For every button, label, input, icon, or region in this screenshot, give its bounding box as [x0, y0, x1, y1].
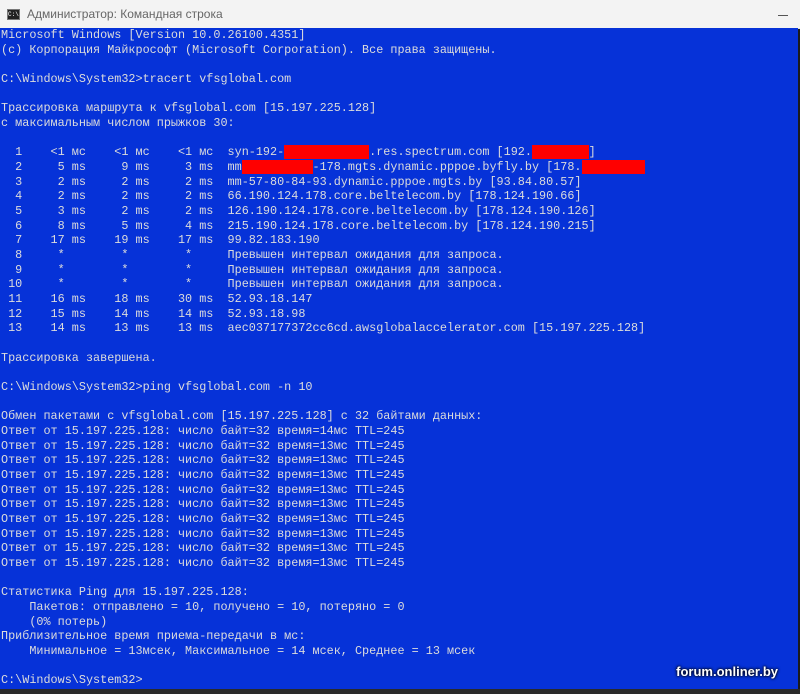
console-text: -178.mgts.dynamic.pppoe.byfly.by [178.	[312, 160, 582, 175]
console-line: 6 8 ms 5 ms 4 ms 215.190.124.178.core.be…	[1, 218, 596, 233]
console-line: 8 * * * Превышен интервал ожидания для з…	[1, 248, 504, 263]
redaction-box	[241, 160, 313, 175]
console-text: 2 5 ms 9 ms 3 ms mm	[1, 160, 242, 175]
console-line: Ответ от 15.197.225.128: число байт=32 в…	[1, 541, 405, 556]
console-line: (c) Корпорация Майкрософт (Microsoft Cor…	[1, 42, 497, 57]
console-line: 3 2 ms 2 ms 2 ms mm-57-80-84-93.dynamic.…	[1, 174, 582, 189]
redaction-box	[581, 160, 646, 175]
console-line: Ответ от 15.197.225.128: число байт=32 в…	[1, 438, 405, 453]
console-line: Трассировка завершена.	[1, 350, 157, 365]
console-line: 11 16 ms 18 ms 30 ms 52.93.18.147	[1, 292, 313, 307]
console-line: 2 5 ms 9 ms 3 ms mm -178.mgts.dynamic.ppp…	[1, 160, 646, 175]
console-line: Пакетов: отправлено = 10, получено = 10,…	[1, 600, 405, 615]
console-line: C:\Windows\System32>ping vfsglobal.com -…	[1, 380, 313, 395]
console-line: 1 <1 мс <1 мс <1 мс syn-192- .res.spectru…	[1, 145, 596, 160]
console-line: Ответ от 15.197.225.128: число байт=32 в…	[1, 556, 405, 571]
console-line: 4 2 ms 2 ms 2 ms 66.190.124.178.core.bel…	[1, 189, 582, 204]
watermark: forum.onliner.by	[676, 664, 778, 679]
console-line: C:\Windows\System32>	[1, 673, 143, 688]
title-bar[interactable]: C:\ Администратор: Командная строка	[0, 0, 800, 29]
console-text: ]	[588, 145, 596, 160]
console-line: Ответ от 15.197.225.128: число байт=32 в…	[1, 424, 405, 439]
console-line: Ответ от 15.197.225.128: число байт=32 в…	[1, 497, 405, 512]
console-text: .res.spectrum.com [192.	[369, 145, 532, 160]
console-line: Обмен пакетами с vfsglobal.com [15.197.2…	[1, 409, 483, 424]
window-title: Администратор: Командная строка	[27, 7, 223, 21]
minimize-button[interactable]	[774, 6, 794, 22]
console-line: с максимальным числом прыжков 30:	[1, 116, 235, 131]
console-line: 13 14 ms 13 ms 13 ms aec037177372cc6cd.a…	[1, 321, 646, 336]
console-line: Приблизительное время приема-передачи в …	[1, 629, 306, 644]
console-line: Ответ от 15.197.225.128: число байт=32 в…	[1, 468, 405, 483]
console-line: Ответ от 15.197.225.128: число байт=32 в…	[1, 482, 405, 497]
console-line: Трассировка маршрута к vfsglobal.com [15…	[1, 101, 377, 116]
console-output[interactable]: Microsoft Windows [Version 10.0.26100.43…	[0, 28, 798, 689]
console-line: Microsoft Windows [Version 10.0.26100.43…	[1, 28, 306, 42]
console-line: 10 * * * Превышен интервал ожидания для …	[1, 277, 504, 292]
cmd-icon: C:\	[7, 9, 20, 20]
redaction-box	[284, 145, 370, 160]
console-line: 7 17 ms 19 ms 17 ms 99.82.183.190	[1, 233, 320, 248]
console-line: Минимальное = 13мсек, Максимальное = 14 …	[1, 644, 476, 659]
console-line: C:\Windows\System32>tracert vfsglobal.co…	[1, 72, 292, 86]
console-line: Ответ от 15.197.225.128: число байт=32 в…	[1, 512, 405, 527]
console-line: 5 3 ms 2 ms 2 ms 126.190.124.178.core.be…	[1, 204, 596, 219]
console-line: Статистика Ping для 15.197.225.128:	[1, 585, 249, 600]
console-line: (0% потерь)	[1, 614, 108, 629]
redaction-box	[531, 145, 589, 160]
console-line: Ответ от 15.197.225.128: число байт=32 в…	[1, 526, 405, 541]
taskbar-edge	[0, 689, 800, 694]
console-line: 9 * * * Превышен интервал ожидания для з…	[1, 262, 504, 277]
console-line: 12 15 ms 14 ms 14 ms 52.93.18.98	[1, 306, 306, 321]
console-text: 1 <1 мс <1 мс <1 мс syn-192-	[1, 145, 285, 160]
console-line: Ответ от 15.197.225.128: число байт=32 в…	[1, 453, 405, 468]
